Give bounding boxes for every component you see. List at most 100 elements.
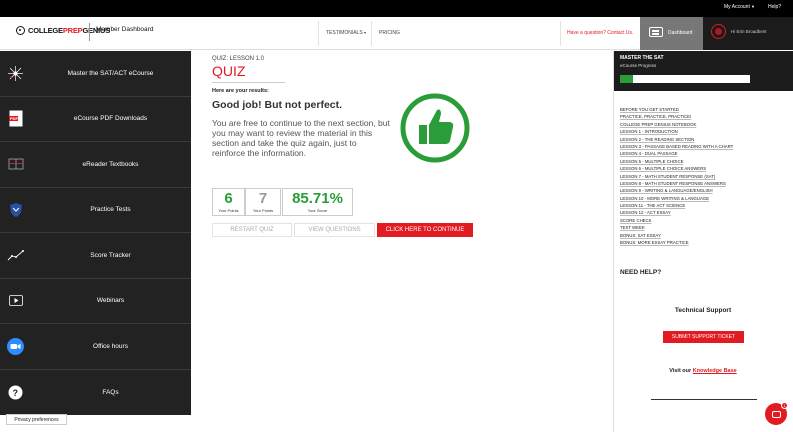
lesson-link[interactable]: LESSON 8 - MATH STUDENT RESPONSE ANSWERS xyxy=(620,180,790,187)
submit-support-ticket-button[interactable]: SUBMIT SUPPORT TICKET xyxy=(663,331,744,343)
sidebar-item-label: Practice Tests xyxy=(90,206,131,214)
lesson-link[interactable]: LESSON 5 - MULTIPLE CHOICE xyxy=(620,158,790,165)
svg-text:PDF: PDF xyxy=(10,116,19,121)
lesson-link[interactable]: PRACTICE, PRACTICE, PRACTICE! xyxy=(620,113,790,120)
nav-separator xyxy=(371,21,372,46)
lesson-link[interactable]: LESSON 6 - MULTIPLE CHOICE ANSWERS xyxy=(620,165,790,172)
sidebar-item-label: Score Tracker xyxy=(90,251,131,259)
nav-testimonials[interactable]: TESTIMONIALS xyxy=(326,30,363,36)
constellation-icon xyxy=(7,65,24,82)
progress-subtitle: eCourse Progress xyxy=(620,63,657,68)
lesson-link[interactable]: LESSON 11 - THE ACT SCIENCE xyxy=(620,202,790,209)
knowledge-base-line: Visit our Knowledge Base xyxy=(613,368,793,374)
results-label: Here are your results: xyxy=(212,88,269,94)
header-divider xyxy=(89,23,90,41)
score-value: 85.71% xyxy=(292,190,343,207)
sidebar-item-score-tracker[interactable]: Score Tracker xyxy=(0,233,191,279)
avatar xyxy=(711,24,726,39)
sidebar-item-ereader[interactable]: eReader Textbooks xyxy=(0,142,191,188)
help-link[interactable]: Help? xyxy=(768,4,781,10)
lesson-link[interactable]: LESSON 10 - MORE WRITING & LANGUAGE xyxy=(620,195,790,202)
sidebar: Master the SAT/ACT eCourse PDF eCourse P… xyxy=(0,51,191,415)
lesson-link[interactable]: LESSON 7 - MATH STUDENT RESPONSE (SAT) xyxy=(620,173,790,180)
lesson-link[interactable]: COLLEGE PREP GENIUS NOTEBOOK xyxy=(620,121,790,128)
nav-separator xyxy=(560,21,561,46)
lesson-link[interactable]: TEST WEEK xyxy=(620,224,790,231)
svg-text:?: ? xyxy=(13,388,19,398)
progress-title: MASTER THE SAT xyxy=(620,55,664,61)
score-label: Your Score xyxy=(307,208,328,213)
chat-button[interactable]: 1 xyxy=(765,402,788,425)
visit-text: Visit our xyxy=(669,368,692,374)
sidebar-item-office-hours[interactable]: Office hours xyxy=(0,324,191,370)
progress-card: MASTER THE SAT eCourse Progress xyxy=(614,51,793,91)
thumbs-up-icon xyxy=(399,92,471,164)
lesson-list: BEFORE YOU GET STARTED PRACTICE, PRACTICE… xyxy=(620,106,790,246)
result-headline: Good job! But not perfect. xyxy=(212,99,343,111)
knowledge-base-link[interactable]: Knowledge Base xyxy=(693,368,737,374)
user-menu[interactable]: Hi Erin Broadbent xyxy=(703,17,793,50)
nav-separator xyxy=(318,21,319,46)
dashboard-label: Dashboard xyxy=(668,30,693,36)
technical-support-heading: Technical Support xyxy=(674,307,732,314)
view-questions-button[interactable]: VIEW QUESTIONS xyxy=(294,223,375,237)
need-help-heading: NEED HELP? xyxy=(620,269,662,276)
sidebar-item-label: Webinars xyxy=(96,297,125,305)
progress-bar-fill xyxy=(620,75,633,83)
shield-icon xyxy=(7,201,24,218)
sidebar-item-faqs[interactable]: ? FAQs xyxy=(0,370,191,416)
privacy-preferences-button[interactable]: Privacy preferences xyxy=(6,414,67,425)
quiz-title: QUIZ xyxy=(212,63,246,79)
lesson-link[interactable]: LESSON 3 - PASSAGE BASED READING WITH A … xyxy=(620,143,790,150)
sidebar-item-label: Office hours xyxy=(93,342,128,350)
continue-button[interactable]: CLICK HERE TO CONTINUE xyxy=(377,223,473,237)
sidebar-item-webinars[interactable]: Webinars xyxy=(0,279,191,324)
sidebar-item-pdf-downloads[interactable]: PDF eCourse PDF Downloads xyxy=(0,97,191,142)
play-icon xyxy=(7,292,24,309)
lesson-link[interactable]: LESSON 1 - INTRODUCTION xyxy=(620,128,790,135)
site-header: COLLEGEPREPGENIUS Member Dashboard TESTI… xyxy=(0,17,793,50)
lesson-link[interactable]: BONUS: MORE ESSAY PRACTICE xyxy=(620,239,790,246)
sidebar-item-label: eReader Textbooks xyxy=(82,160,139,168)
chevron-down-icon[interactable]: ▾ xyxy=(364,30,366,35)
question-icon: ? xyxy=(7,384,24,401)
dashboard-button[interactable]: Dashboard xyxy=(640,17,703,50)
title-divider xyxy=(212,82,285,83)
top-bar: My Account ▼ Help? xyxy=(0,0,793,17)
chat-icon xyxy=(771,410,781,418)
contact-us-link[interactable]: Have a question? Contact Us. xyxy=(567,30,633,36)
sidebar-item-ecourse[interactable]: Master the SAT/ACT eCourse xyxy=(0,51,191,97)
score-box: 85.71% Your Score xyxy=(282,188,353,216)
sidebar-item-practice-tests[interactable]: Practice Tests xyxy=(0,188,191,233)
quiz-subtitle: QUIZ: LESSON 1.0 xyxy=(212,56,265,62)
your-points-box: 6 Your Points xyxy=(212,188,245,216)
header-title: Member Dashboard xyxy=(96,26,154,33)
chart-line-icon xyxy=(7,247,24,264)
lesson-link[interactable]: BEFORE YOU GET STARTED xyxy=(620,106,790,113)
your-points-value: 6 xyxy=(224,190,233,207)
your-points-label: Your Points xyxy=(218,208,239,213)
lesson-link[interactable]: LESSON 12 - ACT ESSAY xyxy=(620,209,790,216)
result-message: You are free to continue to the next sec… xyxy=(212,118,390,158)
lesson-link[interactable]: BONUS: SAT ESSAY xyxy=(620,232,790,239)
dashboard-icon xyxy=(649,27,663,37)
sidebar-item-label: FAQs xyxy=(102,388,119,396)
help-divider xyxy=(651,399,757,400)
pdf-icon: PDF xyxy=(7,110,24,127)
total-points-box: 7 Your Points xyxy=(245,188,281,216)
lesson-link[interactable]: LESSON 2 - THE READING SECTION xyxy=(620,136,790,143)
chevron-down-icon[interactable]: ▼ xyxy=(751,4,755,9)
chat-badge: 1 xyxy=(781,402,788,409)
sidebar-item-label: eCourse PDF Downloads xyxy=(73,115,148,123)
restart-quiz-button[interactable]: RESTART QUIZ xyxy=(212,223,292,237)
total-points-label: Your Points xyxy=(252,208,274,213)
lesson-link[interactable]: SCORE CHECK xyxy=(620,217,790,224)
book-icon xyxy=(7,156,24,173)
nav-pricing[interactable]: PRICING xyxy=(379,30,400,36)
lesson-link[interactable]: LESSON 4 - DUAL PASSAGE xyxy=(620,150,790,157)
user-greeting: Hi Erin Broadbent xyxy=(731,29,767,34)
video-camera-icon xyxy=(7,337,24,355)
my-account-link[interactable]: My Account xyxy=(724,4,750,10)
lesson-link[interactable]: LESSON 9 - WRITING & LANGUAGE/ENGLISH xyxy=(620,187,790,194)
logo-mark-icon xyxy=(16,26,25,35)
